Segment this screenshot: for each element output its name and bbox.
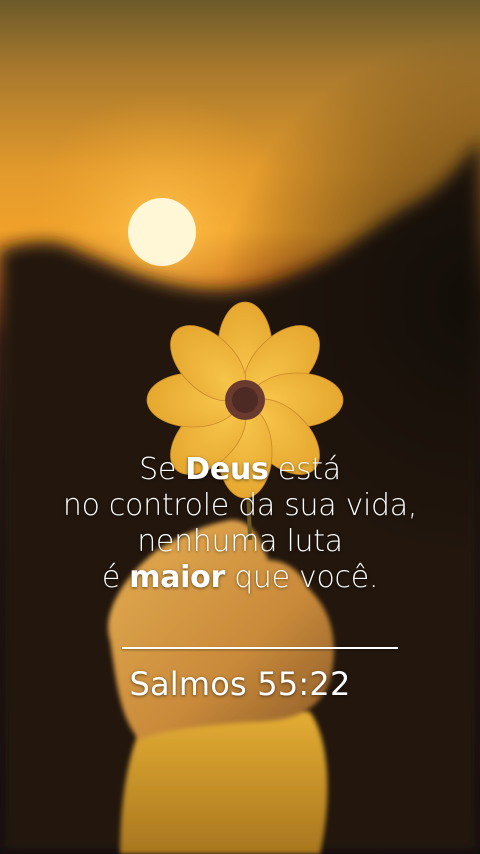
highlight-deus: Deus [185, 452, 269, 487]
highlight-maior: maior [129, 560, 225, 595]
background-photo [0, 0, 480, 854]
quote-line-3: nenhuma luta [137, 524, 343, 559]
quote-text: Se Deus está no controle da sua vida, ne… [0, 452, 480, 596]
quote-line-1: Se Deus está [139, 452, 341, 487]
quote-line-4: é maior que você. [101, 560, 379, 595]
quote-line-2: no controle da sua vida, [62, 488, 418, 523]
bible-reference: Salmos 55:22 [129, 665, 351, 703]
divider-line [122, 647, 398, 649]
